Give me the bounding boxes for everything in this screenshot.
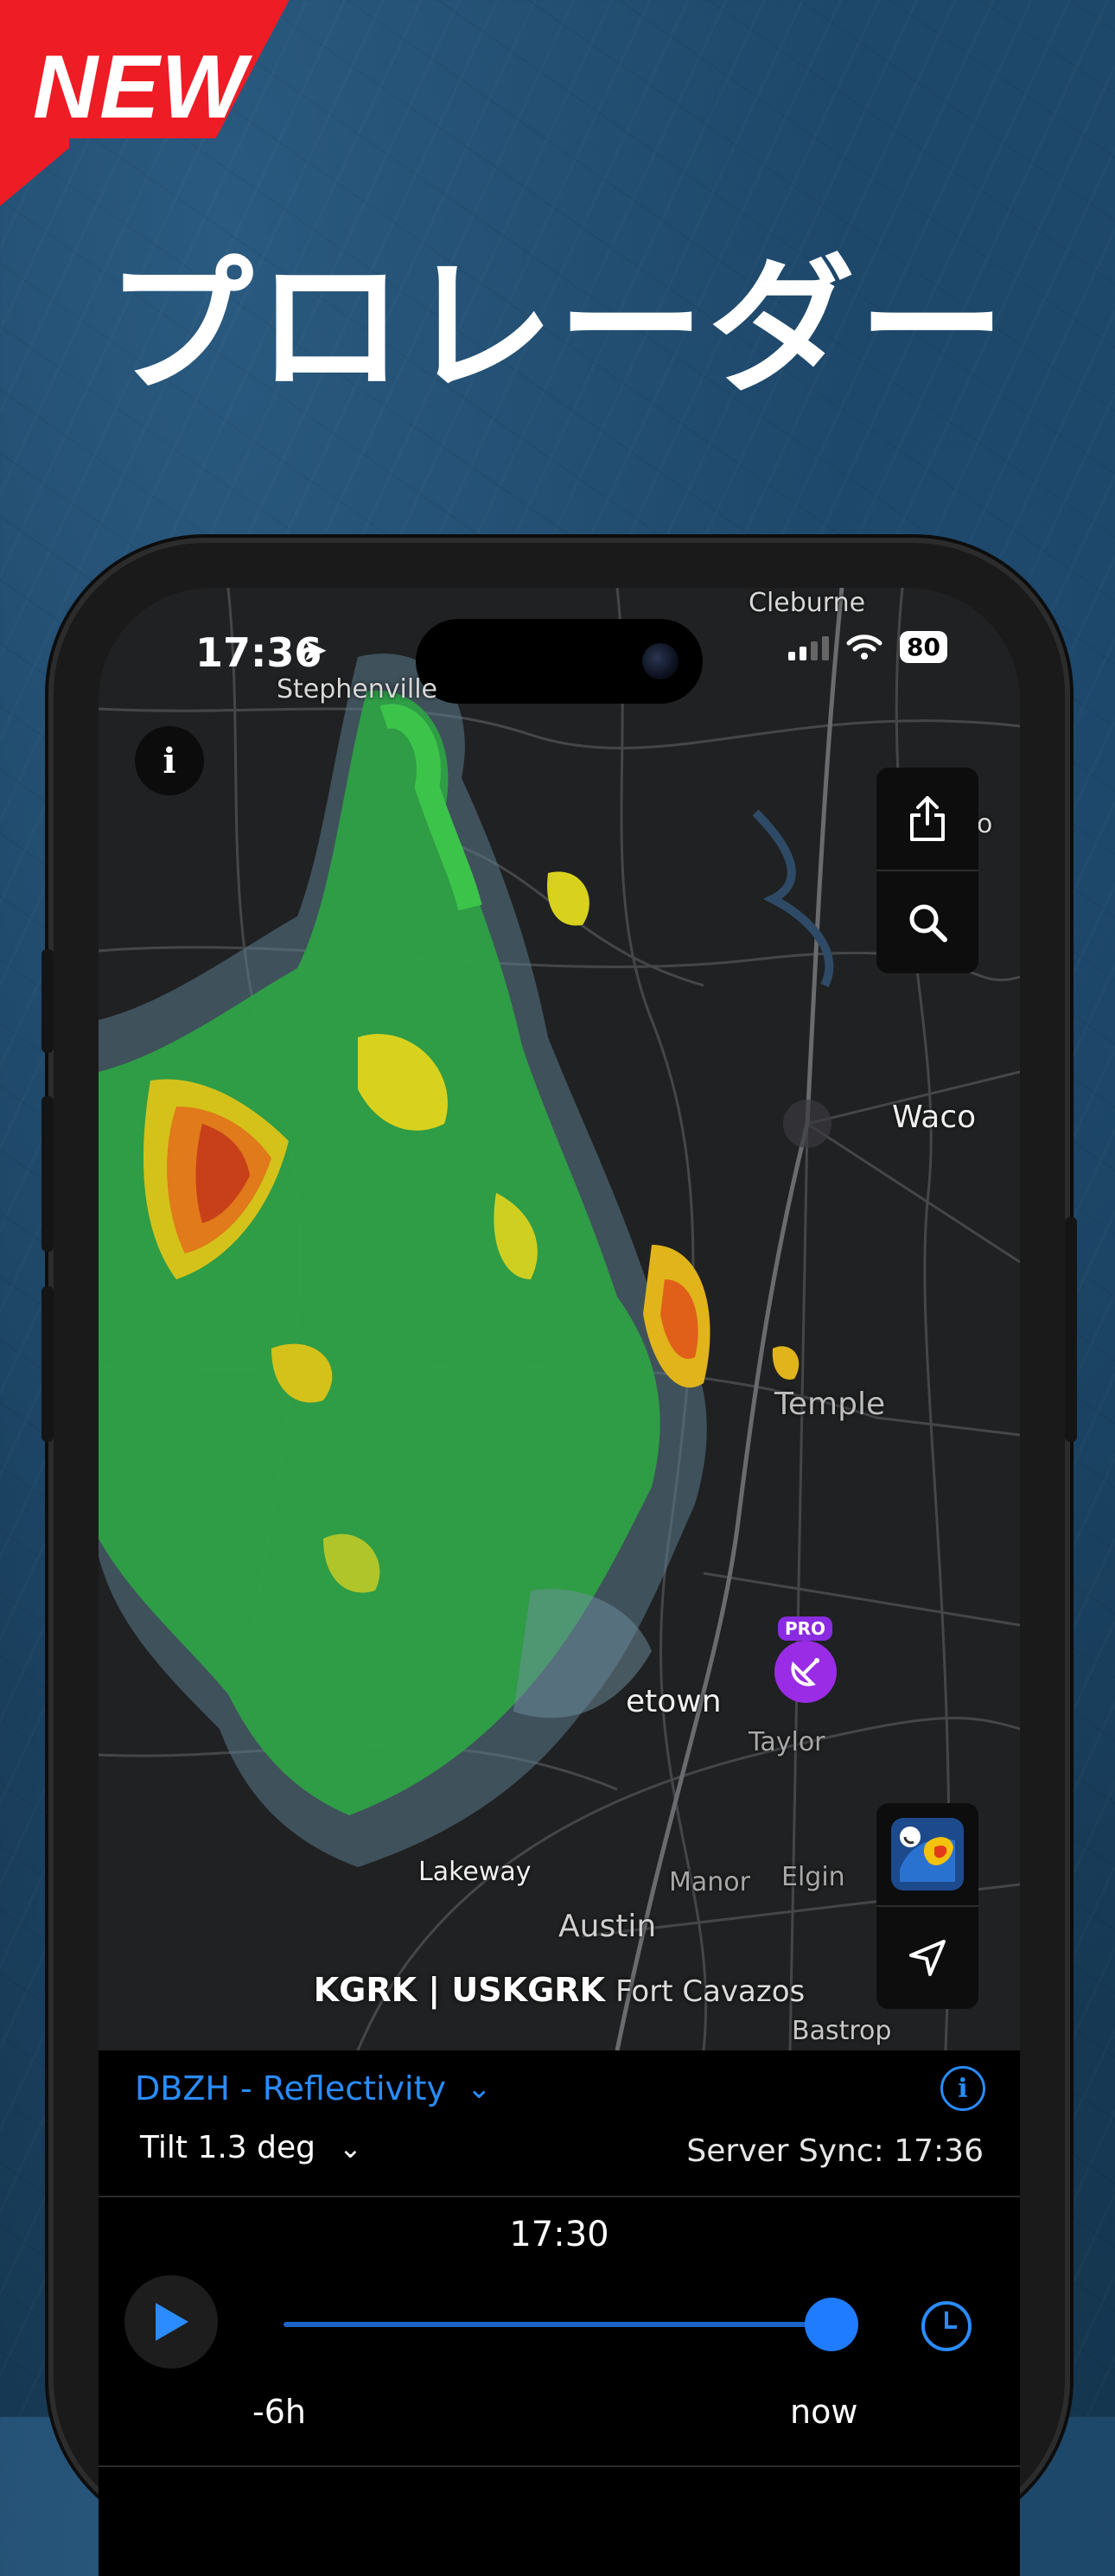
chevron-down-icon[interactable]: ⌄ (339, 2132, 362, 2165)
map-tools-group (876, 768, 978, 973)
product-selector[interactable]: DBZH - Reflectivity (135, 2069, 446, 2107)
map-label-cleburne: Cleburne (749, 588, 866, 618)
new-badge-label: NEW (33, 37, 248, 137)
map-label-lakeway: Lakeway (418, 1857, 532, 1887)
map-label-waco: Waco (892, 1100, 977, 1135)
share-button[interactable] (876, 768, 978, 870)
status-indicators: 80 (788, 631, 947, 663)
divider (99, 2465, 1020, 2467)
map-label-elgin: Elgin (781, 1862, 845, 1892)
pro-tag: PRO (778, 1616, 833, 1641)
radar-station-label: KGRK | USKGRK Fort Cavazos (99, 1971, 1020, 2009)
search-icon (909, 904, 947, 942)
radar-layers-icon (891, 1818, 964, 1891)
play-button[interactable] (124, 2275, 218, 2369)
station-location: Fort Cavazos (615, 1974, 806, 2009)
map-label-manor: Manor (669, 1867, 750, 1897)
divider (99, 2196, 1020, 2197)
location-arrow-icon: ➤ (302, 633, 328, 668)
battery-indicator: 80 (900, 631, 947, 663)
play-icon (156, 2303, 188, 2341)
radar-controls-panel: DBZH - Reflectivity ⌄ i Tilt 1.3 deg ⌄ S… (99, 2050, 1020, 2576)
map-label-partial: o (977, 809, 993, 839)
wifi-icon (846, 634, 882, 660)
product-info-button[interactable]: i (940, 2066, 985, 2111)
radar-dish-icon (774, 1641, 837, 1703)
share-icon (910, 796, 945, 841)
chevron-down-icon[interactable]: ⌄ (467, 2071, 492, 2106)
layers-button[interactable] (876, 1803, 978, 1905)
promo-headline: プロレーダー (105, 242, 1009, 413)
cellular-signal-icon (788, 634, 830, 660)
map-label-georgetown: etown (626, 1684, 722, 1719)
timeline-start-label: -6h (252, 2393, 306, 2431)
timeline-track[interactable] (284, 2322, 837, 2327)
map-label-bastrop: Bastrop (792, 2016, 892, 2046)
phone-frame: 17:36 ➤ 80 Cleburne Stephenville Waco Te… (41, 543, 1077, 2576)
station-id: KGRK | USKGRK (313, 1971, 605, 2009)
timeline-slider-thumb[interactable] (805, 2298, 858, 2351)
map-label-temple: Temple (774, 1387, 886, 1422)
timeline-current-time: 17:30 (509, 2215, 609, 2254)
timeline-end-label: now (790, 2393, 858, 2431)
info-icon: i (162, 740, 176, 781)
map-label-taylor: Taylor (749, 1727, 825, 1757)
clock-icon[interactable] (921, 2301, 972, 2351)
phone-screen: 17:36 ➤ 80 Cleburne Stephenville Waco Te… (99, 588, 1020, 2576)
info-button[interactable]: i (135, 726, 204, 795)
tilt-selector[interactable]: Tilt 1.3 deg (140, 2130, 315, 2165)
radar-map[interactable]: 17:36 ➤ 80 Cleburne Stephenville Waco Te… (99, 588, 1020, 2050)
server-sync-status: Server Sync: 17:36 (686, 2133, 984, 2169)
map-label-austin: Austin (558, 1909, 657, 1944)
search-button[interactable] (876, 871, 978, 973)
new-badge: NEW (0, 0, 294, 207)
dynamic-island (416, 619, 703, 704)
map-label-stephenville: Stephenville (277, 674, 438, 705)
info-icon: i (958, 2073, 968, 2104)
